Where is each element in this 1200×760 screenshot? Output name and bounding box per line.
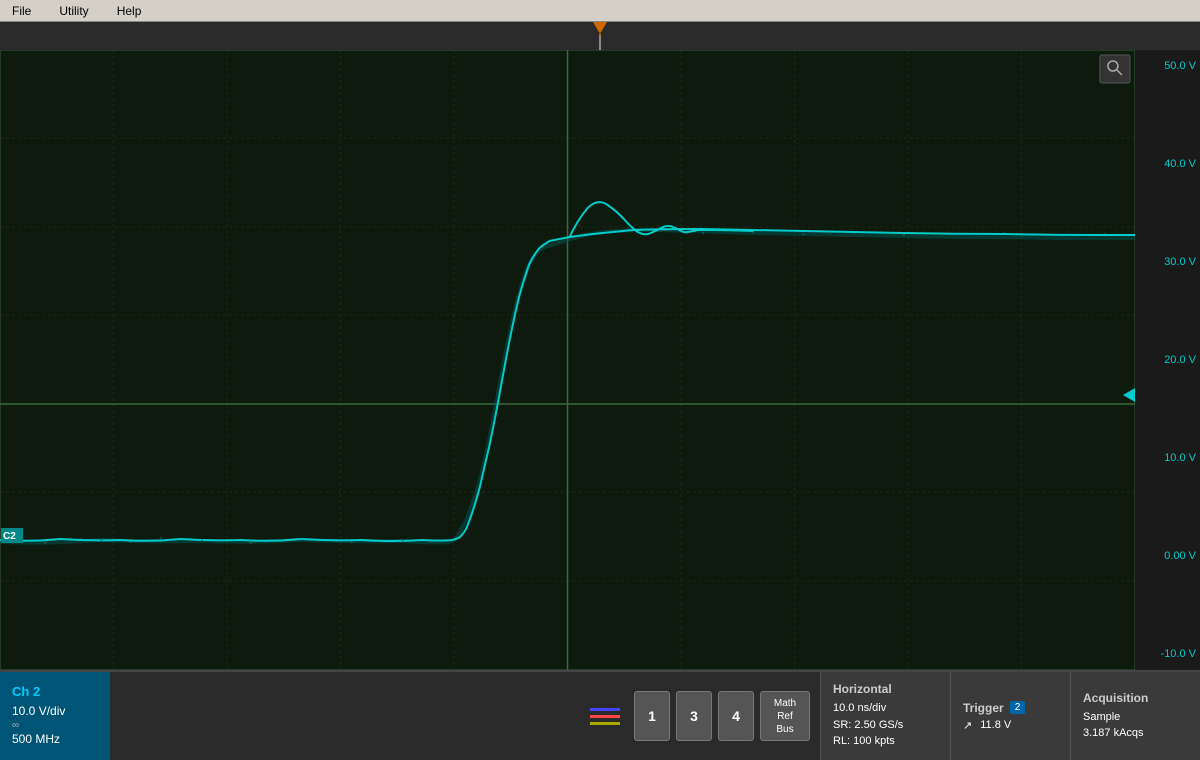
ch3-line-indicator (590, 722, 620, 725)
ch2-bandwidth: 500 MHz (12, 731, 98, 748)
horizontal-title: Horizontal (833, 682, 938, 696)
acquisition-rate: 3.187 kAcqs (1083, 725, 1188, 742)
horizontal-status: Horizontal 10.0 ns/div SR: 2.50 GS/s RL:… (820, 672, 950, 760)
horizontal-sample-rate: SR: 2.50 GS/s (833, 717, 938, 734)
scale-20v: 20.0 V (1164, 354, 1196, 366)
menu-bar: File Utility Help (0, 0, 1200, 22)
right-scale: 50.0 V 40.0 V 30.0 V 20.0 V 10.0 V 0.00 … (1135, 50, 1200, 670)
trigger-channel-badge: 2 (1010, 701, 1026, 714)
ch2-status[interactable]: Ch 2 10.0 V/div ∞ 500 MHz (0, 672, 110, 760)
top-bar (0, 22, 1200, 50)
ch2-title: Ch 2 (12, 684, 98, 699)
trigger-header: Trigger 2 (963, 701, 1058, 715)
help-menu[interactable]: Help (113, 2, 146, 20)
ch1-button[interactable]: 1 (634, 691, 670, 741)
acquisition-mode: Sample (1083, 709, 1188, 726)
scale-30v: 30.0 V (1164, 256, 1196, 268)
trigger-status: Trigger 2 ↗ 11.8 V (950, 672, 1070, 760)
acquisition-status: Acquisition Sample 3.187 kAcqs (1070, 672, 1200, 760)
ch3-button[interactable]: 3 (676, 691, 712, 741)
horizontal-time-div: 10.0 ns/div (833, 700, 938, 717)
svg-text:C2: C2 (3, 531, 16, 542)
ch2-icon: ∞ (12, 720, 98, 731)
scope-display: C2 50.0 V 40.0 V 30.0 V 20.0 V 10.0 V 0.… (0, 50, 1200, 670)
ch1-line-indicator (590, 708, 620, 711)
scale-10v: 10.0 V (1164, 452, 1196, 464)
trigger-level: 11.8 V (980, 719, 1011, 731)
scale-50v: 50.0 V (1164, 60, 1196, 72)
horizontal-record-length: RL: 100 kpts (833, 733, 938, 750)
ch4-button[interactable]: 4 (718, 691, 754, 741)
scale-40v: 40.0 V (1164, 158, 1196, 170)
utility-menu[interactable]: Utility (55, 2, 92, 20)
status-bar: Ch 2 10.0 V/div ∞ 500 MHz 1 3 4 Math Ref… (0, 670, 1200, 760)
ch2-line-indicator (590, 715, 620, 718)
grid-area: C2 (0, 50, 1135, 670)
ch2-vdiv: 10.0 V/div (12, 703, 98, 720)
channel-line-indicators (590, 708, 620, 725)
trigger-edge: ↗ (963, 719, 972, 732)
channel-buttons: 1 3 4 Math Ref Bus (580, 672, 820, 760)
scale-neg10v: -10.0 V (1161, 648, 1196, 660)
math-ref-bus-button[interactable]: Math Ref Bus (760, 691, 810, 741)
file-menu[interactable]: File (8, 2, 35, 20)
acquisition-title: Acquisition (1083, 691, 1188, 705)
trigger-title: Trigger (963, 701, 1004, 715)
spacer (110, 672, 580, 760)
scale-0v: 0.00 V (1164, 550, 1196, 562)
